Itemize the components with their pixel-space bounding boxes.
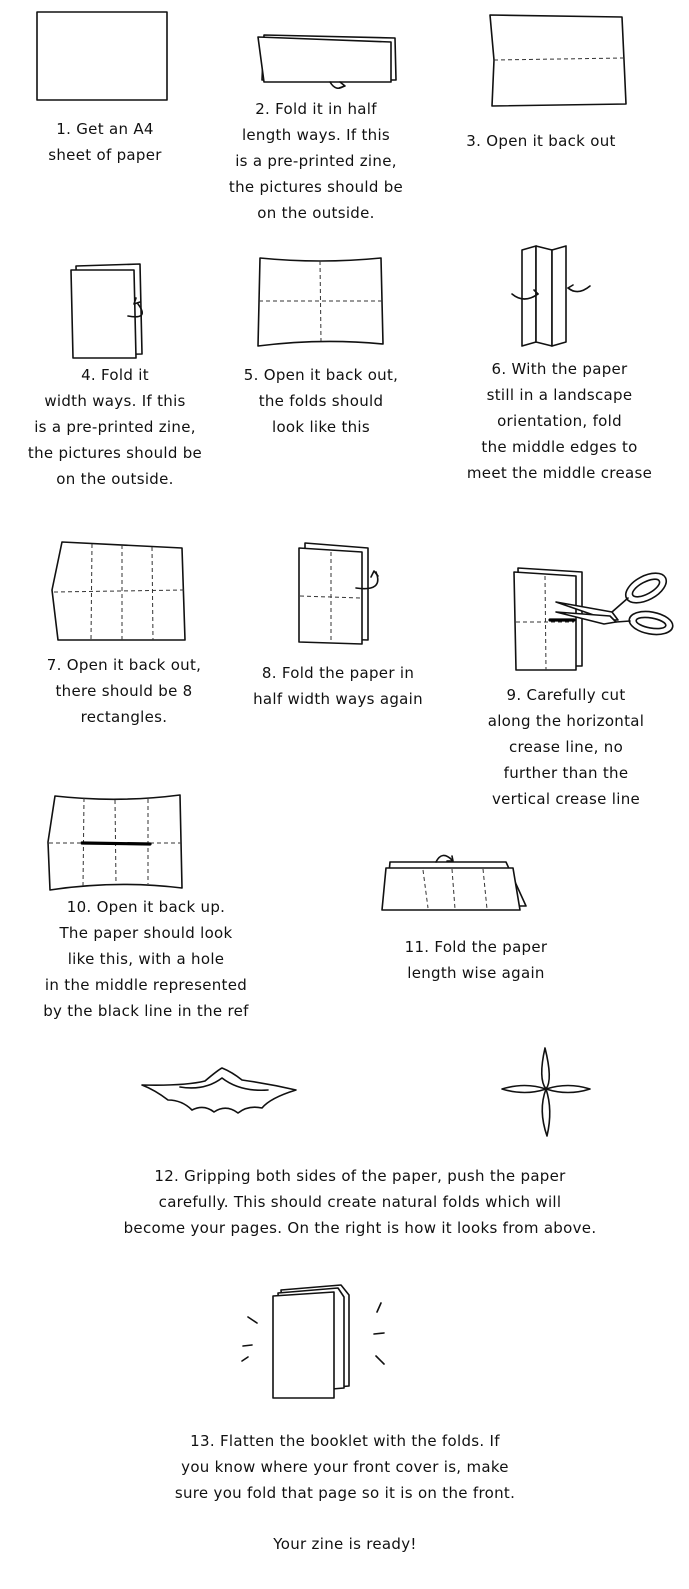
step-8-folded-illustration [298,542,379,645]
step-9-scissors-illustration [513,567,674,671]
step-4-caption: 4. Fold it width ways. If this is a pre-… [27,366,203,488]
step-10-caption: 10. Open it back up. The paper should lo… [43,898,249,1020]
step-3-opened-illustration [489,14,627,107]
step-1-caption: 1. Get an A4 sheet of paper [48,120,162,164]
step-5-four-panels-illustration [257,257,384,347]
step-11-caption: 11. Fold the paper length wise again [404,938,548,982]
step-1-sheet-illustration [36,11,168,101]
step-12-side-view-illustration [141,1067,297,1114]
step-7-caption: 7. Open it back out, there should be 8 r… [46,656,202,726]
step-3-caption: 3. Open it back out [466,132,616,150]
step-7-eight-rectangles-illustration [51,541,186,641]
step-6-caption: 6. With the paper still in a landscape o… [466,360,653,482]
step-12-top-view-illustration [501,1047,591,1137]
step-2-caption: 2. Fold it in half length ways. If this … [228,100,404,222]
step-11-folded-illustration [381,854,527,911]
step-2-folded-illustration [257,34,397,90]
closing-message: Your zine is ready! [273,1535,417,1553]
step-13-caption: 13. Flatten the booklet with the folds. … [174,1432,516,1502]
step-10-hole-illustration [47,794,183,891]
step-9-caption: 9. Carefully cut along the horizontal cr… [487,686,645,808]
step-4-folded-illustration [70,263,144,359]
step-12-caption: 12. Gripping both sides of the paper, pu… [123,1167,597,1237]
step-5-caption: 5. Open it back out, the folds should lo… [243,366,399,436]
step-8-caption: 8. Fold the paper in half width ways aga… [253,664,423,708]
step-6-gatefold-illustration [511,245,591,347]
step-13-booklet-illustration [241,1284,385,1399]
